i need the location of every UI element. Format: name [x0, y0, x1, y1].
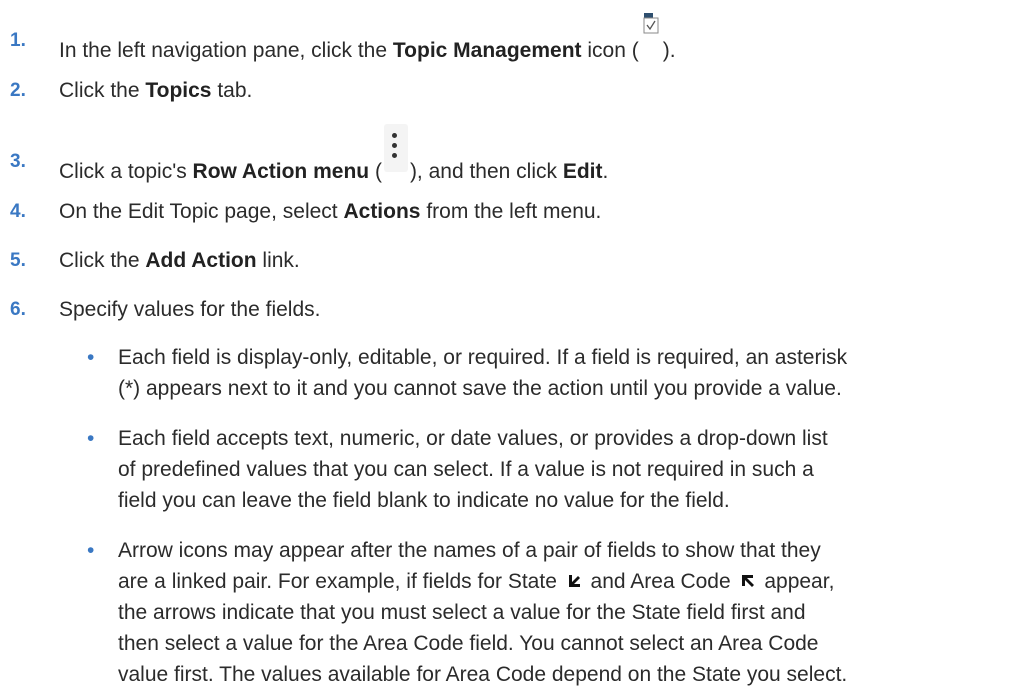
topic-management-icon — [640, 13, 662, 57]
kebab-menu-icon — [382, 124, 410, 178]
step-text: Click a topic's Row Action menu (), and … — [59, 124, 608, 188]
bullet-text: Arrow icons may appear after the names o… — [118, 539, 848, 686]
bullet-text: Each field is display-only, editable, or… — [118, 346, 848, 400]
step-text: Click the Topics tab. — [59, 79, 253, 102]
arrow-down-left-icon — [568, 575, 580, 587]
step-text: On the Edit Topic page, select Actions f… — [59, 200, 602, 223]
bullet-text: Each field accepts text, numeric, or dat… — [118, 427, 828, 512]
actions-label: Actions — [343, 200, 421, 223]
step-2: 2. Click the Topics tab. — [0, 75, 1036, 107]
step-number: 1. — [10, 30, 26, 51]
step-number: 3. — [10, 151, 26, 172]
add-action-label: Add Action — [145, 249, 257, 272]
topic-management-label: Topic Management — [392, 39, 582, 62]
step-6: 6. Specify values for the fields. — [0, 294, 1036, 326]
step-number: 4. — [10, 201, 26, 222]
edit-label: Edit — [562, 160, 603, 183]
step-4: 4. On the Edit Topic page, select Action… — [0, 196, 1036, 228]
step-5: 5. Click the Add Action link. — [0, 245, 1036, 277]
bullet-dot: • — [87, 346, 95, 369]
step-text: Specify values for the fields. — [59, 298, 321, 321]
topics-tab-label: Topics — [145, 79, 212, 102]
step-text: In the left navigation pane, click the T… — [59, 13, 676, 67]
bullet-dot: • — [87, 539, 95, 562]
step-text: Click the Add Action link. — [59, 249, 300, 272]
bullet-dot: • — [87, 427, 95, 450]
instructions-page: 1. In the left navigation pane, click th… — [0, 0, 1036, 696]
step-3: 3. Click a topic's Row Action menu (), a… — [0, 124, 1036, 183]
step-number: 5. — [10, 250, 26, 271]
arrow-up-left-icon — [741, 575, 754, 587]
step-number: 2. — [10, 80, 26, 101]
step-1: 1. In the left navigation pane, click th… — [0, 13, 1036, 62]
row-action-menu-label: Row Action menu — [192, 160, 370, 183]
step-number: 6. — [10, 299, 26, 320]
